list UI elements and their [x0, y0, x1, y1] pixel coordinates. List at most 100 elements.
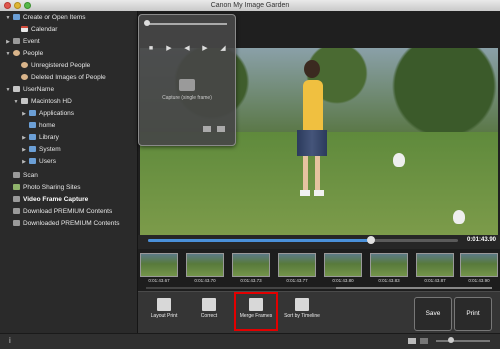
filmstrip-scrollbar[interactable] [146, 287, 492, 289]
position-slider[interactable] [147, 23, 227, 25]
sidebar-item-label: Users [39, 158, 56, 165]
frame-time: 0:01:43.87 [424, 278, 446, 283]
frame-thumbnail[interactable]: 0:01:43.90 [460, 253, 498, 283]
layout-print-icon [157, 298, 171, 311]
sidebar-item-label: Applications [39, 110, 75, 117]
capture-settings-icon[interactable] [203, 126, 211, 132]
sidebar-item-users[interactable]: ▶ Users [20, 156, 56, 168]
sidebar-item-label: Downloaded PREMIUM Contents [23, 220, 120, 227]
frame-thumbnail[interactable]: 0:01:43.70 [186, 253, 224, 283]
sidebar-item-label: Calendar [31, 26, 58, 33]
sidebar-item-calendar[interactable]: Calendar [12, 24, 57, 36]
camera-icon[interactable] [179, 79, 195, 91]
frame-thumbnail[interactable]: 0:01:43.83 [370, 253, 408, 283]
window-title: Canon My Image Garden [210, 2, 290, 9]
view-mode-grid-icon[interactable] [420, 338, 428, 344]
sidebar-item-system[interactable]: ▶ System [20, 144, 61, 156]
sidebar-item-deleted-images-of-people[interactable]: Deleted Images of People [12, 72, 106, 84]
frame-time: 0:01:43.83 [378, 278, 400, 283]
folder-icon [13, 14, 20, 20]
save-button[interactable]: Save [414, 297, 452, 331]
step-forward-icon[interactable]: ▶ [199, 44, 211, 54]
play-icon[interactable]: ▶ [163, 44, 175, 54]
sidebar-item-library[interactable]: ▶ Library [20, 132, 59, 144]
frame-thumbnail[interactable]: 0:01:43.80 [324, 253, 362, 283]
disclosure-icon[interactable]: ▼ [4, 48, 12, 60]
capture-single-frame-label[interactable]: Capture (single frame) [139, 95, 235, 101]
sort-by-timeline-button[interactable]: Sort by Timeline [281, 296, 323, 330]
person-icon [21, 74, 28, 80]
view-mode-list-icon[interactable] [408, 338, 416, 344]
timeline-knob[interactable] [367, 236, 376, 244]
zoom-slider[interactable] [436, 340, 490, 342]
frame-thumbnail[interactable]: 0:01:43.67 [140, 253, 178, 283]
scan-icon [13, 172, 20, 178]
disclosure-icon[interactable]: ▶ [20, 108, 28, 120]
sidebar-item-photo-sharing-sites[interactable]: Photo Sharing Sites [4, 182, 80, 194]
frame-thumbnail[interactable]: 0:01:43.73 [232, 253, 270, 283]
person-icon [13, 50, 20, 56]
disclosure-icon[interactable]: ▶ [20, 144, 28, 156]
event-icon [13, 38, 20, 44]
frame-time: 0:01:43.70 [194, 278, 216, 283]
sidebar-item-people[interactable]: ▼ People [4, 48, 43, 60]
sidebar-item-home[interactable]: home [20, 120, 55, 132]
status-bar: i [0, 333, 500, 349]
sidebar-item-username[interactable]: ▼ UserName [4, 84, 54, 96]
sidebar-item-applications[interactable]: ▶ Applications [20, 108, 74, 120]
layout-print-button[interactable]: Layout Print [143, 296, 185, 330]
position-slider-knob[interactable] [144, 20, 150, 26]
sidebar-item-label: Unregistered People [31, 62, 91, 69]
disclosure-icon[interactable]: ▶ [20, 132, 28, 144]
correct-button[interactable]: Correct [188, 296, 230, 330]
sidebar-item-scan[interactable]: Scan [4, 170, 38, 182]
print-button[interactable]: Print [454, 297, 492, 331]
sidebar-item-macintosh-hd[interactable]: ▼ Macintosh HD [12, 96, 72, 108]
frame-time: 0:01:43.67 [148, 278, 170, 283]
correct-icon [202, 298, 216, 311]
button-label: Layout Print [150, 313, 178, 319]
sidebar-item-label: home [39, 122, 56, 129]
filmstrip: 0:01:43.67 0:01:43.70 0:01:43.73 0:01:43… [138, 249, 500, 291]
frame-thumbnail[interactable]: 0:01:43.87 [416, 253, 454, 283]
step-back-icon[interactable]: ◀ [181, 44, 193, 54]
sidebar-item-video-frame-capture[interactable]: Video Frame Capture [4, 194, 88, 206]
sidebar-item-label: UserName [23, 86, 55, 93]
folder-icon [29, 110, 36, 116]
stop-icon[interactable]: ■ [145, 44, 157, 54]
sidebar-item-label: System [39, 146, 61, 153]
timeline-track[interactable] [148, 236, 458, 244]
capture-multiple-icon[interactable] [217, 126, 225, 132]
volume-icon[interactable]: ◢ [217, 44, 229, 54]
info-icon[interactable]: i [9, 336, 11, 345]
player-controls: ■ ▶ ◀ ▶ ◢ [145, 44, 229, 54]
action-bar: Layout Print Correct Merge Frames Sort b… [138, 291, 500, 334]
disclosure-icon[interactable]: ▶ [20, 156, 28, 168]
frame-thumbnail[interactable]: 0:01:43.77 [278, 253, 316, 283]
frame-time: 0:01:43.73 [240, 278, 262, 283]
disclosure-icon[interactable]: ▶ [4, 36, 12, 48]
sidebar-item-downloaded-premium-contents[interactable]: Downloaded PREMIUM Contents [4, 218, 119, 230]
timeline: 0:01:43.90 [138, 235, 500, 249]
timeline-progress [148, 239, 372, 242]
sidebar-item-unregistered-people[interactable]: Unregistered People [12, 60, 90, 72]
disclosure-icon[interactable]: ▼ [4, 12, 12, 24]
video-icon [13, 196, 20, 202]
frame-time: 0:01:43.80 [332, 278, 354, 283]
sidebar-item-label: Macintosh HD [31, 98, 72, 105]
player-control-panel[interactable]: ■ ▶ ◀ ▶ ◢ Capture (single frame) [138, 14, 236, 146]
sidebar-item-label: People [23, 50, 44, 57]
sidebar-item-create-or-open-items[interactable]: ▼ Create or Open Items [4, 12, 86, 24]
sidebar-item-download-premium-contents[interactable]: Download PREMIUM Contents [4, 206, 112, 218]
disclosure-icon[interactable]: ▼ [12, 96, 20, 108]
sidebar-item-label: Create or Open Items [23, 14, 86, 21]
sidebar-item-label: Library [39, 134, 59, 141]
person-icon [21, 62, 28, 68]
download-icon [13, 220, 20, 226]
disclosure-icon[interactable]: ▼ [4, 84, 12, 96]
filmstrip-scroll-thumb[interactable] [336, 287, 492, 289]
computer-icon [13, 86, 20, 92]
zoom-slider-knob[interactable] [448, 337, 454, 343]
sidebar-item-event[interactable]: ▶ Event [4, 36, 40, 48]
frame-time: 0:01:43.90 [468, 278, 490, 283]
